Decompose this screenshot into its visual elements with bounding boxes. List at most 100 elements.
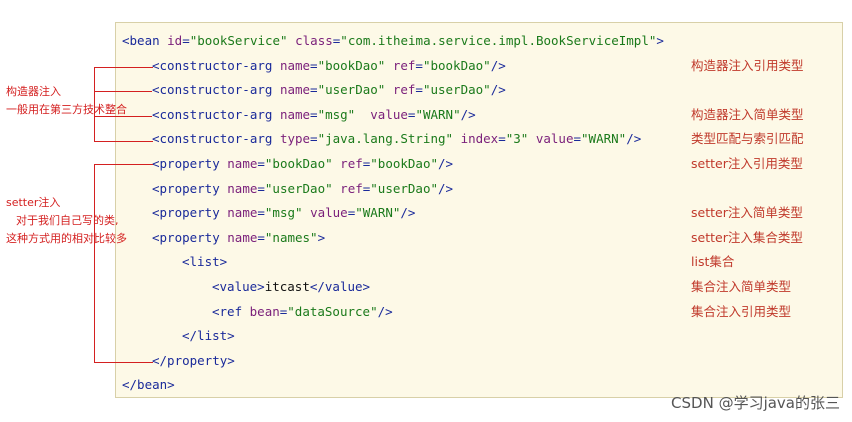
code-token: /> [377, 303, 393, 319]
code-line: <constructor-arg name="bookDao" ref="boo… [152, 58, 506, 74]
code-token: = [310, 57, 318, 73]
code-token: ref [340, 180, 363, 196]
code-token: </property> [152, 352, 235, 368]
type-note: list集合 [691, 254, 735, 270]
constructor-note-title: 构造器注入 [6, 85, 61, 98]
code-token: = [257, 229, 265, 245]
code-token: "userDao" [370, 180, 439, 196]
code-token: = [257, 205, 265, 221]
code-token: "userDao" [317, 82, 386, 98]
code-token: > [656, 33, 664, 48]
setter-bracket [94, 164, 153, 363]
code-token: index [460, 131, 499, 147]
code-token: "msg" [264, 205, 303, 221]
code-token: "bookDao" [370, 156, 439, 171]
code-token: /> [460, 106, 476, 122]
code-token: "bookDao" [317, 57, 386, 73]
code-token: > [317, 229, 326, 245]
code-token: = [257, 180, 265, 196]
code-token: = [310, 131, 318, 147]
code-token: <property [152, 156, 228, 171]
code-token: = [182, 33, 190, 48]
code-line: <property name="msg" value="WARN"/> [152, 205, 415, 221]
code-token: value [310, 205, 348, 221]
code-token: bean [249, 303, 280, 319]
code-token: = [573, 131, 582, 147]
code-token: value [370, 106, 408, 122]
code-panel: <bean id="bookService" class="com.itheim… [115, 22, 843, 398]
type-note: setter注入简单类型 [691, 205, 803, 221]
code-token: ref [392, 57, 416, 73]
code-token: name [227, 156, 258, 171]
code-token: = [310, 82, 318, 98]
code-token: "bookDao" [264, 156, 333, 171]
code-token: "WARN" [581, 131, 627, 147]
code-token: /> [400, 205, 416, 221]
type-note: setter注入引用类型 [691, 156, 803, 171]
code-line: <list> [182, 254, 227, 270]
code-token: "bookDao" [422, 57, 491, 73]
code-line: </property> [152, 353, 235, 369]
code-line: </list> [182, 328, 235, 344]
type-note: 集合注入引用类型 [691, 303, 792, 319]
code-token: <constructor-arg [152, 106, 280, 122]
code-token: name [279, 106, 311, 122]
code-token: ref [392, 82, 416, 98]
code-token: "userDao" [422, 82, 491, 98]
code-token: "WARN" [355, 205, 401, 221]
code-token: </bean> [122, 377, 175, 393]
code-token: = [310, 106, 318, 122]
code-token: "WARN" [415, 106, 461, 122]
code-token: <constructor-arg [152, 82, 280, 98]
code-token: <value> [212, 279, 265, 294]
code-token: "bookService" [189, 33, 288, 48]
code-token: type [279, 131, 311, 147]
code-token: /> [438, 156, 454, 171]
code-token: <property [152, 180, 228, 196]
code-token: <bean [122, 33, 168, 48]
code-line: </bean> [122, 377, 175, 393]
code-line: <property name="bookDao" ref="bookDao"/> [152, 156, 453, 172]
code-line: <bean id="bookService" class="com.itheim… [122, 33, 664, 49]
code-token: </list> [182, 328, 235, 344]
code-token: /> [490, 82, 506, 98]
code-token: </value> [309, 279, 371, 294]
code-line: <ref bean="dataSource"/> [212, 304, 393, 320]
code-token: <ref [212, 303, 250, 319]
code-token: = [257, 156, 265, 171]
code-token: value [535, 131, 574, 147]
code-line: <value>itcast</value> [212, 279, 370, 295]
constructor-connector-2 [94, 91, 152, 92]
constructor-bracket [94, 67, 153, 142]
code-token: "3" [505, 131, 529, 147]
code-token: <property [152, 229, 228, 245]
code-token: <list> [182, 254, 228, 270]
watermark: CSDN @学习java的张三 [671, 394, 840, 412]
code-token: itcast [264, 279, 310, 294]
code-token: = [415, 57, 423, 73]
code-token: name [227, 180, 258, 196]
code-token: "dataSource" [287, 303, 378, 319]
code-token: <constructor-arg [152, 57, 280, 73]
code-token: /> [438, 180, 454, 196]
code-token: ref [340, 156, 363, 171]
code-token: "msg" [317, 106, 356, 122]
code-token: "userDao" [264, 180, 333, 196]
code-token: = [498, 131, 506, 147]
code-token: name [279, 57, 311, 73]
code-token: /> [626, 131, 642, 147]
type-note: 类型匹配与索引匹配 [691, 131, 804, 147]
code-token: "java.lang.String" [317, 131, 454, 147]
code-token: "names" [264, 229, 318, 245]
code-line: <constructor-arg name="userDao" ref="use… [152, 82, 506, 98]
code-token: id [167, 33, 183, 48]
code-line: <constructor-arg type="java.lang.String"… [152, 131, 641, 147]
code-line: <property name="userDao" ref="userDao"/> [152, 181, 453, 197]
type-note: 构造器注入简单类型 [691, 106, 804, 122]
